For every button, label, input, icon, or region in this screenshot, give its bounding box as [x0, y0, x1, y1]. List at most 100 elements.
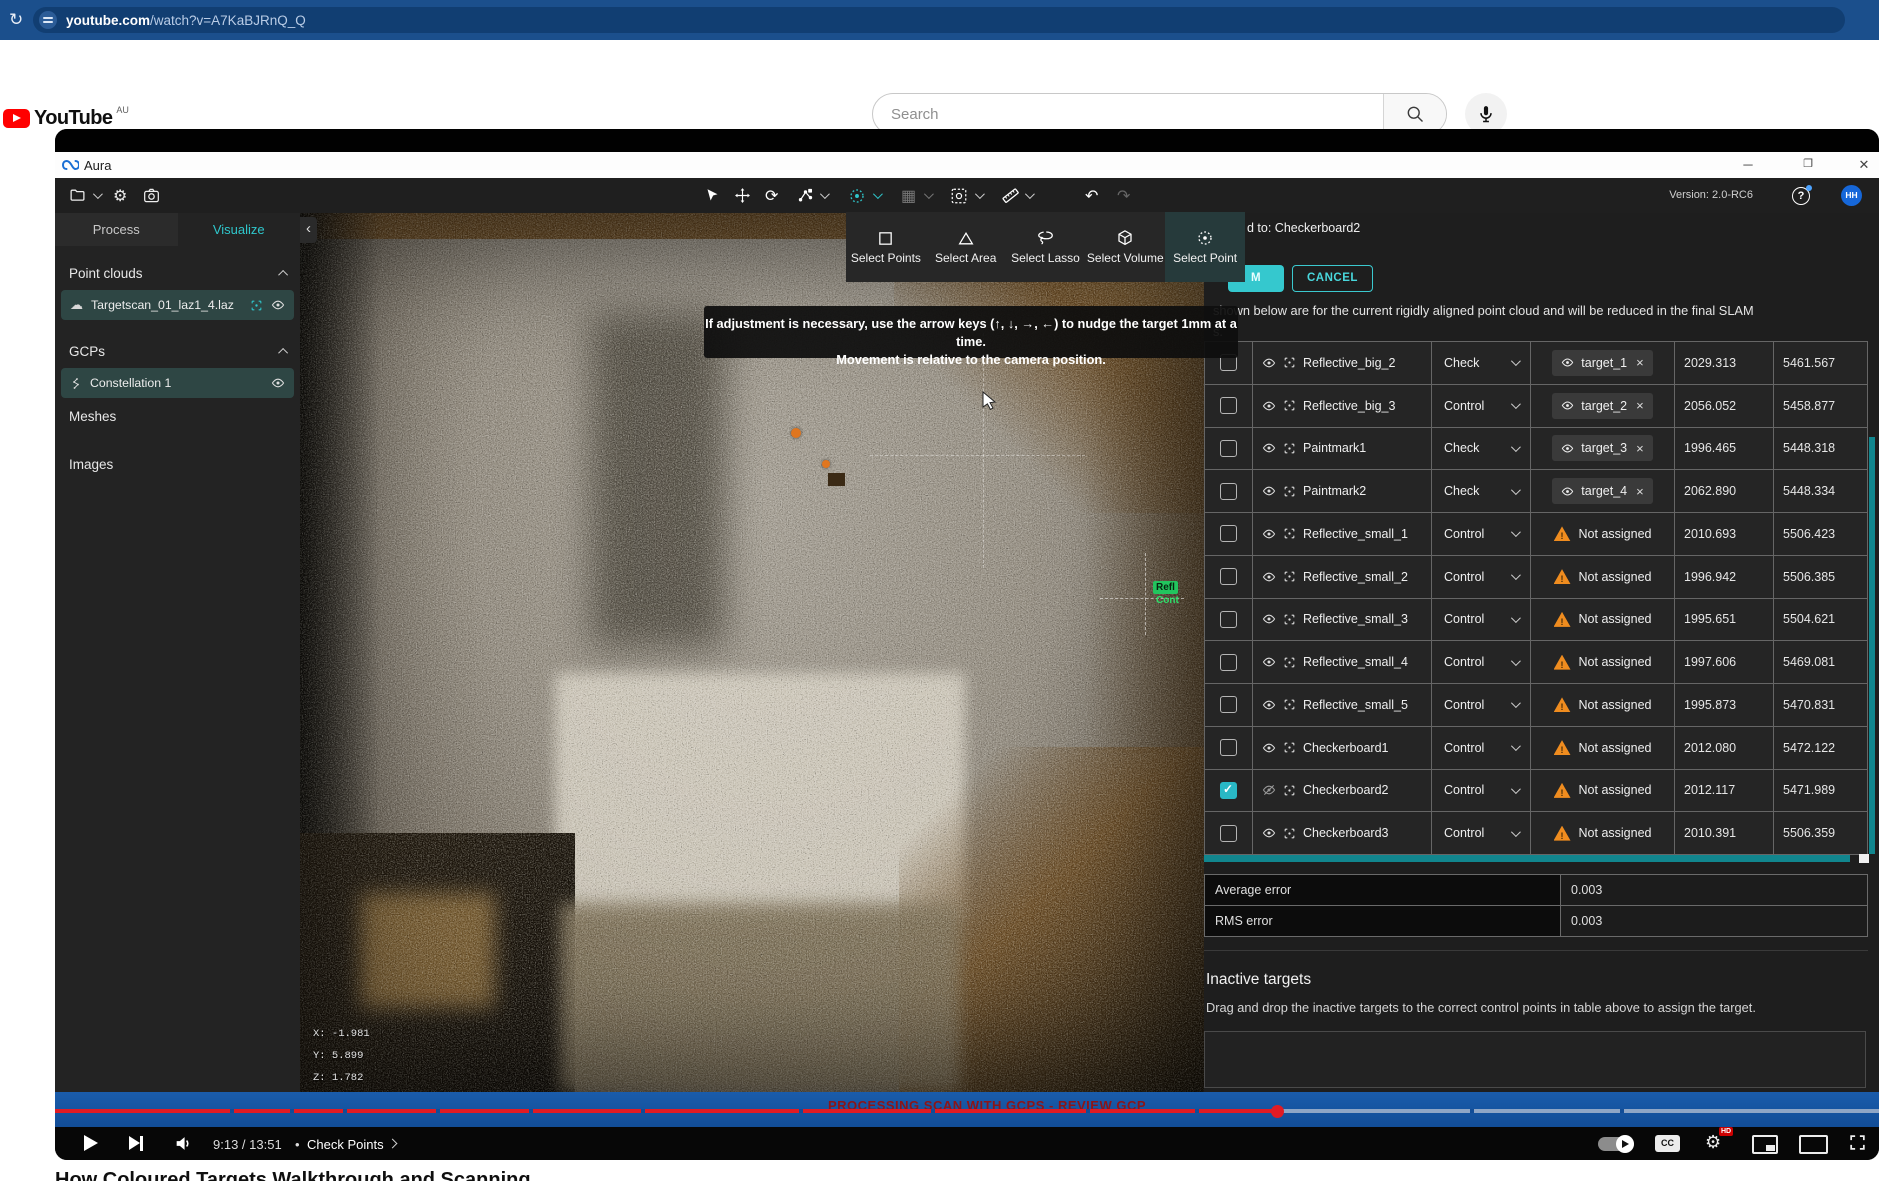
- undo-icon[interactable]: ↶: [1085, 178, 1098, 213]
- visibility-eye-icon[interactable]: [1262, 570, 1276, 584]
- search-input[interactable]: [873, 94, 1383, 134]
- visibility-eye-icon[interactable]: [1262, 356, 1276, 370]
- next-button[interactable]: [129, 1136, 145, 1151]
- target-locate-icon[interactable]: [1283, 613, 1296, 626]
- mode-dropdown[interactable]: Control: [1432, 556, 1531, 598]
- search-button[interactable]: [1383, 94, 1446, 134]
- cancel-button[interactable]: CANCEL: [1292, 265, 1373, 292]
- close-button[interactable]: ✕: [1849, 152, 1879, 178]
- reload-icon[interactable]: ↻: [9, 9, 23, 31]
- assigned-target-chip[interactable]: target_2 ×: [1552, 393, 1652, 419]
- target-locate-icon[interactable]: [1283, 698, 1296, 711]
- select-point-button[interactable]: Select Point: [1165, 212, 1245, 282]
- fullscreen-button[interactable]: [1848, 1133, 1867, 1152]
- unassign-x-icon[interactable]: ×: [1636, 484, 1644, 499]
- youtube-logo[interactable]: YouTube AU: [3, 107, 129, 129]
- mode-dropdown[interactable]: Control: [1432, 812, 1531, 854]
- row-checkbox[interactable]: [1220, 525, 1237, 542]
- orbit-rotate-icon[interactable]: ⟳: [765, 178, 778, 213]
- registration-chevron[interactable]: [820, 178, 827, 213]
- video-player[interactable]: Aura ─ ❐ ✕ ⚙ ⟳: [55, 129, 1879, 1160]
- row-checkbox[interactable]: [1220, 739, 1237, 756]
- assigned-target-chip[interactable]: target_3 ×: [1552, 435, 1652, 461]
- target-locate-icon[interactable]: [1283, 784, 1296, 797]
- assigned-target-chip[interactable]: target_4 ×: [1552, 478, 1652, 504]
- mode-dropdown[interactable]: Control: [1432, 513, 1531, 555]
- section-gcps[interactable]: GCPs: [69, 339, 288, 363]
- target-locate-icon[interactable]: [1283, 356, 1296, 369]
- miniplayer-button[interactable]: [1752, 1135, 1778, 1154]
- row-checkbox[interactable]: [1220, 611, 1237, 628]
- select-tool-active[interactable]: [848, 178, 866, 213]
- row-checkbox[interactable]: [1220, 825, 1237, 842]
- screenshot-camera-button[interactable]: [143, 178, 160, 213]
- row-checkbox[interactable]: [1220, 440, 1237, 457]
- clip-box-tool[interactable]: [950, 178, 968, 213]
- section-images[interactable]: Images: [69, 457, 113, 472]
- open-project-chevron[interactable]: [93, 178, 100, 213]
- settings-gear-icon[interactable]: ⚙: [113, 178, 127, 213]
- progress-scrubber[interactable]: [1271, 1105, 1284, 1118]
- grid-view-chevron[interactable]: [924, 178, 931, 213]
- target-locate-icon[interactable]: [1283, 570, 1296, 583]
- mode-dropdown[interactable]: Control: [1432, 770, 1531, 812]
- vertical-scrollbar[interactable]: [1869, 437, 1875, 854]
- target-locate-icon[interactable]: [1283, 399, 1296, 412]
- select-area-button[interactable]: Select Area: [926, 212, 1006, 282]
- horizontal-scrollbar[interactable]: [1204, 855, 1850, 862]
- progress-bar[interactable]: [55, 1109, 1879, 1113]
- redo-icon[interactable]: ↷: [1117, 178, 1130, 213]
- mode-dropdown[interactable]: Control: [1432, 385, 1531, 427]
- tab-process[interactable]: Process: [55, 213, 178, 246]
- mode-dropdown[interactable]: Check: [1432, 470, 1531, 512]
- point-cloud-item[interactable]: ☁ Targetscan_01_laz1_4.laz: [61, 290, 294, 320]
- help-icon[interactable]: ?: [1792, 187, 1810, 205]
- autoplay-toggle[interactable]: [1598, 1137, 1634, 1151]
- grid-view-icon[interactable]: ▦: [901, 178, 916, 213]
- visibility-eye-icon[interactable]: [1262, 484, 1276, 498]
- user-avatar[interactable]: HH: [1841, 185, 1862, 206]
- clip-box-chevron[interactable]: [975, 178, 982, 213]
- mode-dropdown[interactable]: Check: [1432, 428, 1531, 470]
- row-checkbox[interactable]: [1220, 568, 1237, 585]
- sidebar-collapse-handle[interactable]: ‹: [300, 217, 317, 243]
- select-lasso-button[interactable]: Select Lasso: [1006, 212, 1086, 282]
- select-points-button[interactable]: Select Points: [846, 212, 926, 282]
- pointer-tool[interactable]: [705, 178, 720, 213]
- visibility-eye-icon[interactable]: [1262, 527, 1276, 541]
- visibility-eye-icon[interactable]: [1262, 399, 1276, 413]
- row-checkbox[interactable]: [1220, 654, 1237, 671]
- row-checkbox[interactable]: [1220, 483, 1237, 500]
- target-marker-dot[interactable]: [791, 428, 801, 438]
- mode-dropdown[interactable]: Control: [1432, 684, 1531, 726]
- visibility-eye-off-icon[interactable]: [1262, 783, 1276, 797]
- address-bar[interactable]: youtube.com/watch?v=A7KaBJRnQ_Q: [33, 7, 1845, 33]
- chapter-title[interactable]: Check Points: [307, 1137, 384, 1152]
- visibility-eye-icon[interactable]: [1262, 441, 1276, 455]
- mode-dropdown[interactable]: Control: [1432, 599, 1531, 641]
- target-locate-icon[interactable]: [1283, 485, 1296, 498]
- captions-button[interactable]: CC: [1655, 1135, 1680, 1152]
- focus-target-icon[interactable]: [250, 299, 263, 312]
- mode-dropdown[interactable]: Check: [1432, 342, 1531, 384]
- gcp-constellation-item[interactable]: Constellation 1: [61, 368, 294, 398]
- unassign-x-icon[interactable]: ×: [1636, 355, 1644, 370]
- visibility-eye-icon[interactable]: [1262, 741, 1276, 755]
- theater-mode-button[interactable]: [1799, 1135, 1828, 1154]
- minimize-button[interactable]: ─: [1733, 152, 1763, 178]
- mode-dropdown[interactable]: Control: [1432, 727, 1531, 769]
- registration-tool[interactable]: [797, 178, 814, 213]
- assigned-target-chip[interactable]: target_1 ×: [1552, 350, 1652, 376]
- visibility-eye-icon[interactable]: [1262, 698, 1276, 712]
- target-locate-icon[interactable]: [1283, 656, 1296, 669]
- play-button[interactable]: [84, 1135, 98, 1151]
- volume-button[interactable]: [173, 1134, 193, 1153]
- target-locate-icon[interactable]: [1283, 827, 1296, 840]
- inactive-targets-dropzone[interactable]: [1204, 1031, 1866, 1088]
- visibility-eye-icon[interactable]: [1262, 826, 1276, 840]
- mode-dropdown[interactable]: Control: [1432, 641, 1531, 683]
- measure-chevron[interactable]: [1025, 178, 1032, 213]
- select-volume-button[interactable]: Select Volume: [1085, 212, 1165, 282]
- row-checkbox[interactable]: [1220, 696, 1237, 713]
- target-locate-icon[interactable]: [1283, 442, 1296, 455]
